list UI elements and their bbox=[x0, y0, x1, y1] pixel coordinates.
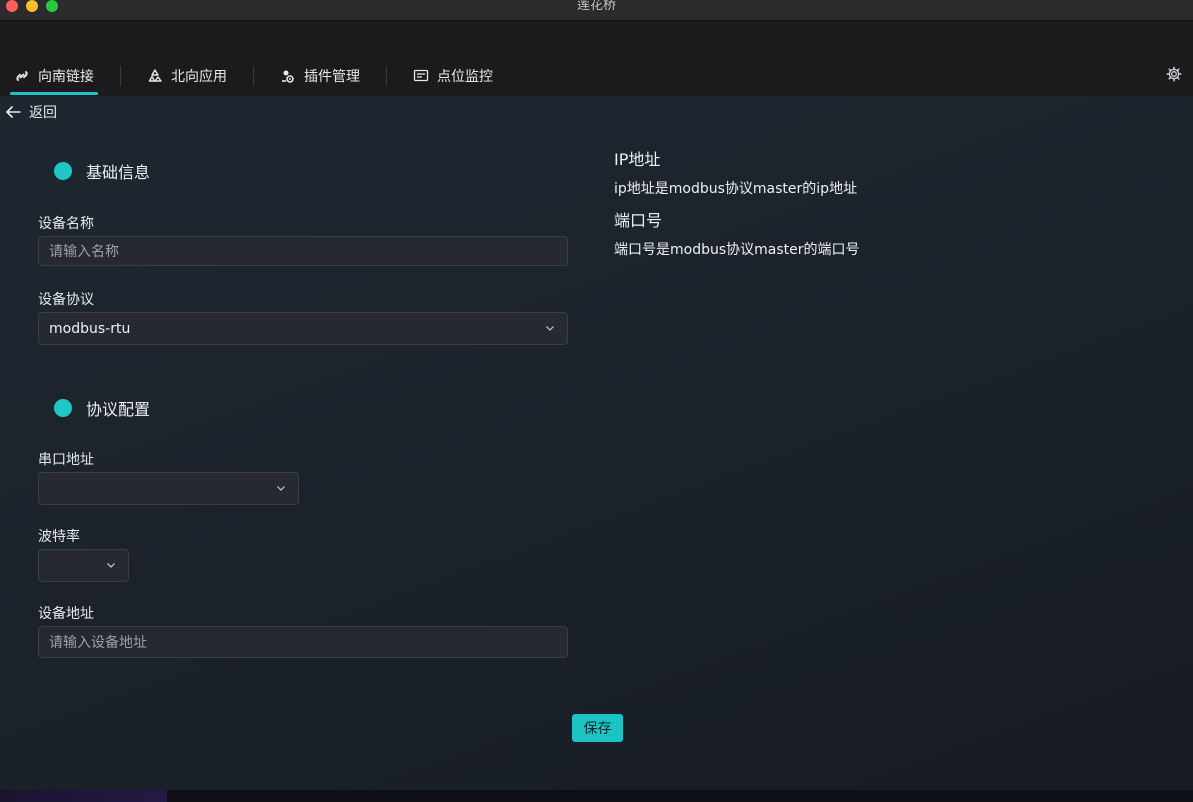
section-title: 协议配置 bbox=[86, 400, 151, 419]
arrow-left-icon bbox=[6, 106, 21, 118]
help-ip-title: IP地址 bbox=[614, 150, 661, 169]
device-protocol-value: modbus-rtu bbox=[49, 320, 131, 337]
device-address-label: 设备地址 bbox=[38, 606, 94, 622]
tab-divider bbox=[386, 66, 387, 86]
title-bar: 莲花桥 bbox=[0, 0, 1193, 21]
tab-south-link[interactable]: 向南链接 bbox=[10, 59, 98, 95]
top-nav: 向南链接 北向应用 插件管理 点位监控 bbox=[0, 21, 1193, 96]
device-name-placeholder: 请输入名称 bbox=[49, 244, 119, 260]
tab-divider bbox=[253, 66, 254, 86]
section-protocol-config: 协议配置 bbox=[54, 396, 150, 420]
device-name-input[interactable]: 请输入名称 bbox=[38, 236, 568, 266]
plugin-gear-icon bbox=[282, 70, 294, 83]
settings-gear-icon[interactable] bbox=[1166, 66, 1182, 82]
chevron-down-icon bbox=[277, 486, 285, 491]
section-dot-icon bbox=[54, 162, 72, 180]
help-ip-text: ip地址是modbus协议master的ip地址 bbox=[614, 181, 858, 197]
baud-rate-label: 波特率 bbox=[38, 529, 80, 545]
chevron-down-icon bbox=[546, 326, 554, 331]
chevron-down-icon bbox=[107, 563, 115, 568]
window-title: 莲花桥 bbox=[576, 0, 616, 13]
tab-label: 插件管理 bbox=[304, 69, 360, 85]
device-name-label: 设备名称 bbox=[38, 216, 94, 232]
monitor-icon bbox=[413, 69, 429, 82]
section-title: 基础信息 bbox=[86, 163, 151, 182]
device-protocol-select[interactable]: modbus-rtu bbox=[38, 312, 568, 345]
baud-rate-select[interactable] bbox=[38, 549, 129, 582]
tab-divider bbox=[120, 66, 121, 86]
tab-bar: 向南链接 北向应用 插件管理 点位监控 bbox=[10, 58, 497, 95]
serial-port-label: 串口地址 bbox=[38, 452, 94, 468]
main-content: 返回 基础信息 设备名称 请输入名称 设备协议 modbus-rtu 协议配置 … bbox=[0, 96, 1193, 790]
save-button[interactable]: 保存 bbox=[572, 714, 623, 742]
device-protocol-label: 设备协议 bbox=[38, 292, 94, 308]
help-port-title: 端口号 bbox=[614, 211, 663, 230]
tab-label: 北向应用 bbox=[171, 69, 227, 85]
device-address-input[interactable]: 请输入设备地址 bbox=[38, 626, 568, 658]
section-basic-info: 基础信息 bbox=[54, 159, 150, 183]
tab-label: 点位监控 bbox=[437, 69, 493, 85]
back-button[interactable]: 返回 bbox=[5, 102, 57, 122]
help-port-text: 端口号是modbus协议master的端口号 bbox=[614, 242, 860, 258]
tab-label: 向南链接 bbox=[38, 69, 94, 85]
tab-point-monitor[interactable]: 点位监控 bbox=[409, 59, 497, 93]
tab-north-app[interactable]: 北向应用 bbox=[143, 59, 231, 93]
tab-plugin-management[interactable]: 插件管理 bbox=[276, 59, 364, 93]
link-icon bbox=[16, 71, 28, 81]
recycle-icon bbox=[148, 69, 162, 82]
back-label: 返回 bbox=[29, 105, 57, 121]
desktop-strip bbox=[0, 790, 1193, 802]
device-address-placeholder: 请输入设备地址 bbox=[49, 635, 147, 651]
serial-port-select[interactable] bbox=[38, 472, 299, 505]
section-dot-icon bbox=[54, 399, 72, 417]
